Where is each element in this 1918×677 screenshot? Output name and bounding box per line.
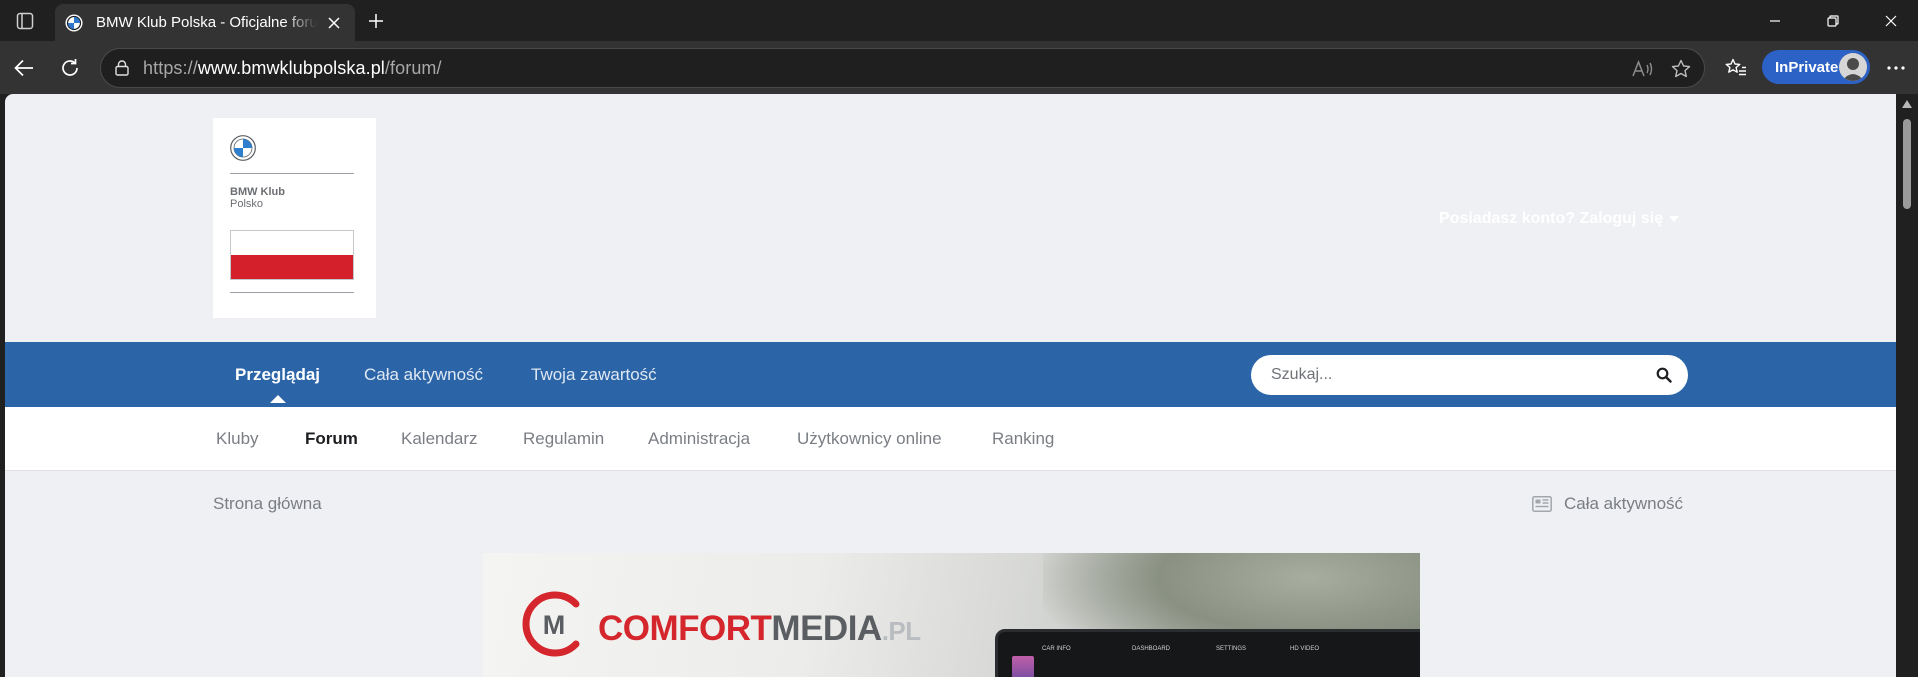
primary-nav-all-activity[interactable]: Cała aktywność <box>364 342 483 407</box>
logo-divider <box>230 173 354 174</box>
site-info-button[interactable] <box>113 59 131 77</box>
logo-letter: M <box>543 610 566 640</box>
profile-avatar <box>1839 53 1867 81</box>
subnav-calendar[interactable]: Kalendarz <box>401 407 478 471</box>
comfortmedia-logo-icon: M <box>522 591 580 657</box>
caret-down-icon <box>1669 216 1680 222</box>
read-aloud-icon <box>1632 60 1653 77</box>
url-text[interactable]: https://www.bmwklubpolska.pl/forum/ <box>143 58 442 79</box>
screen-label: DASHBOARD <box>1132 646 1171 652</box>
settings-more-button[interactable] <box>1880 52 1912 84</box>
favorite-button[interactable] <box>1669 57 1693 81</box>
tab-actions-button[interactable] <box>10 9 40 33</box>
favorites-button[interactable] <box>1720 52 1752 84</box>
minimize-icon <box>1770 19 1780 22</box>
back-button[interactable] <box>8 52 40 84</box>
subnav-ranking[interactable]: Ranking <box>992 407 1054 471</box>
screen-thumbnail <box>1012 656 1034 677</box>
flag-white-stripe <box>231 231 353 255</box>
subnav-administration[interactable]: Administracja <box>648 407 750 471</box>
more-horizontal-icon <box>1887 66 1905 70</box>
restore-button[interactable] <box>1804 0 1862 41</box>
screen-label: SETTINGS <box>1216 646 1247 652</box>
inprivate-button[interactable]: InPrivate <box>1762 50 1870 84</box>
subnav-online-users[interactable]: Użytkownicy online <box>797 407 942 471</box>
all-activity-link[interactable]: Cała aktywność <box>1532 494 1683 514</box>
brand-media: MEDIA <box>771 609 882 648</box>
scrollbar-thumb[interactable] <box>1903 119 1911 209</box>
breadcrumb-home[interactable]: Strona główna <box>213 494 322 514</box>
page-viewport: BMW Klub Polsko Posiadasz konto? Zaloguj… <box>5 94 1896 677</box>
primary-nav: Przeglądaj Cała aktywność Twoja zawartoś… <box>5 342 1896 407</box>
lock-icon <box>115 60 129 76</box>
back-arrow-icon <box>14 59 33 77</box>
browser-tab-bar: BMW Klub Polska - Oficjalne forum <box>0 0 1918 41</box>
all-activity-label: Cała aktywność <box>1564 494 1684 513</box>
scroll-up-arrow-icon[interactable] <box>1902 100 1912 108</box>
tab-actions-icon <box>16 12 34 30</box>
primary-nav-your-content[interactable]: Twoja zawartość <box>531 342 657 407</box>
logo-divider <box>230 292 354 293</box>
brand-comfort: COMFORT <box>598 609 772 648</box>
subnav-rules[interactable]: Regulamin <box>523 407 604 471</box>
page-scrollbar[interactable] <box>1896 94 1918 677</box>
screen-label: HD VIDEO <box>1290 646 1320 652</box>
restore-icon <box>1827 14 1839 27</box>
address-bar[interactable]: https://www.bmwklubpolska.pl/forum/ <box>100 48 1705 88</box>
read-aloud-button[interactable] <box>1631 57 1655 81</box>
search-box <box>1251 355 1688 395</box>
inprivate-label: InPrivate <box>1775 58 1839 76</box>
bmw-favicon-icon <box>65 13 83 32</box>
brand-tld: .PL <box>881 616 921 646</box>
newspaper-icon <box>1532 496 1552 512</box>
active-nav-indicator <box>270 395 286 403</box>
site-logo[interactable]: BMW Klub Polsko <box>213 118 376 318</box>
logo-country: Polsko <box>230 198 264 210</box>
url-host: www.bmwklubpolska.pl <box>197 57 385 78</box>
ad-banner[interactable]: M COMFORTMEDIA.PL CAR INFO DASHBOARD SET… <box>483 553 1420 677</box>
screen-label: CAR INFO <box>1042 646 1071 652</box>
star-icon <box>1671 59 1691 78</box>
banner-brand: COMFORTMEDIA.PL <box>598 609 921 651</box>
flag-red-stripe <box>231 255 353 279</box>
browser-toolbar: https://www.bmwklubpolska.pl/forum/ InPr… <box>0 41 1918 94</box>
url-path: /forum/ <box>384 57 442 78</box>
refresh-icon <box>62 59 78 76</box>
new-tab-button[interactable] <box>362 7 390 35</box>
plus-icon <box>369 14 383 28</box>
subnav-forum[interactable]: Forum <box>305 407 358 471</box>
favorites-star-list-icon <box>1725 58 1746 76</box>
minimize-button[interactable] <box>1746 0 1804 41</box>
polish-flag <box>230 230 354 280</box>
bmw-roundel-icon <box>230 135 256 161</box>
search-input[interactable] <box>1271 366 1641 384</box>
subnav-clubs[interactable]: Kluby <box>216 407 259 471</box>
avatar-icon <box>1839 53 1867 81</box>
browser-tab-active[interactable]: BMW Klub Polska - Oficjalne forum <box>55 4 355 41</box>
url-scheme: https:// <box>143 57 198 78</box>
close-icon <box>1885 15 1897 26</box>
car-display-image: CAR INFO DASHBOARD SETTINGS HD VIDEO <box>995 629 1420 677</box>
close-icon <box>328 16 340 29</box>
secondary-nav: Kluby Forum Kalendarz Regulamin Administ… <box>5 407 1896 471</box>
refresh-button[interactable] <box>54 52 86 84</box>
signin-label: Posiadasz konto? Zaloguj się <box>1439 210 1664 227</box>
tab-close-button[interactable] <box>323 12 345 34</box>
window-close-button[interactable] <box>1862 0 1918 41</box>
logo-name: BMW Klub <box>230 186 285 198</box>
search-icon[interactable] <box>1656 367 1672 383</box>
tab-title: BMW Klub Polska - Oficjalne forum <box>96 14 317 31</box>
signin-link[interactable]: Posiadasz konto? Zaloguj się <box>1439 210 1680 228</box>
